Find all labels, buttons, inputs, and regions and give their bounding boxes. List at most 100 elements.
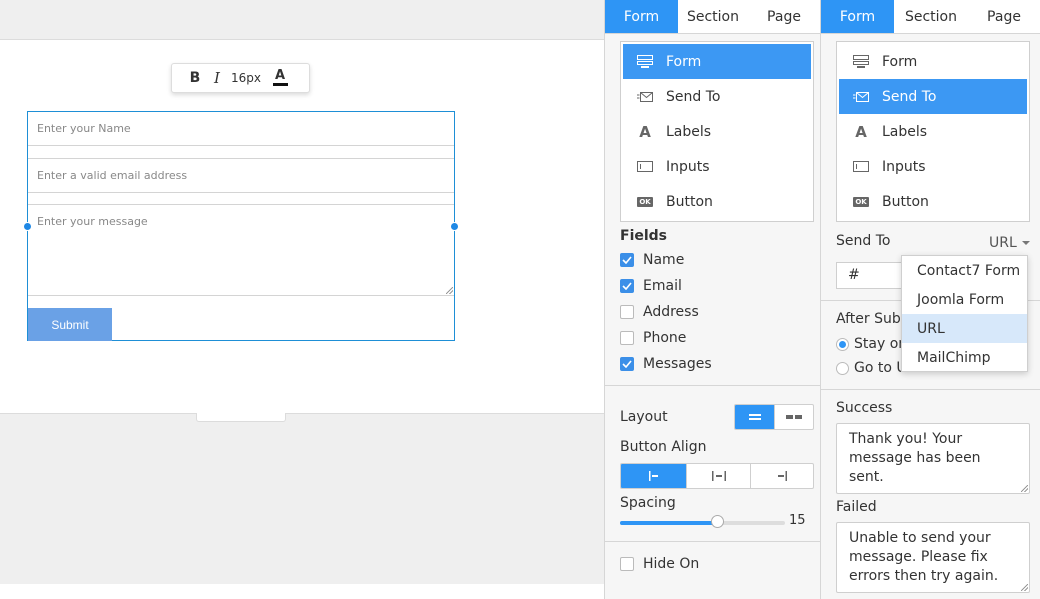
spacing-slider-fill bbox=[620, 521, 717, 525]
italic-button[interactable]: I bbox=[210, 64, 224, 92]
layout-inline-button[interactable] bbox=[774, 405, 813, 429]
field-toggle-label: Email bbox=[643, 278, 682, 294]
menu-item-label: Inputs bbox=[666, 158, 710, 175]
spacing-slider[interactable] bbox=[620, 515, 785, 528]
radio-unselected-icon[interactable] bbox=[836, 361, 849, 375]
checkbox-checked-icon[interactable] bbox=[620, 253, 634, 267]
font-size-button[interactable]: 16px bbox=[224, 64, 268, 92]
panel-tabs: Form Section Page bbox=[821, 0, 1040, 34]
dropdown-option-mailchimp[interactable]: MailChimp bbox=[902, 343, 1027, 372]
failed-message-text: Unable to send your message. Please fix … bbox=[849, 530, 999, 584]
text-color-button[interactable]: A bbox=[268, 64, 292, 92]
send-to-select[interactable]: URL bbox=[989, 235, 1030, 251]
failed-message-input[interactable]: Unable to send your message. Please fix … bbox=[836, 522, 1030, 593]
canvas-bottom-band bbox=[0, 413, 604, 584]
menu-item-inputs[interactable]: Inputs bbox=[839, 149, 1027, 184]
menu-item-labels[interactable]: A Labels bbox=[839, 114, 1027, 149]
tab-page[interactable]: Page bbox=[968, 0, 1040, 33]
text-color-icon: A bbox=[274, 68, 286, 83]
field-toggle-address[interactable]: Address bbox=[620, 302, 699, 322]
field-toggle-label: Phone bbox=[643, 330, 687, 346]
button-ok-icon: OK bbox=[637, 196, 653, 207]
menu-item-label: Form bbox=[666, 53, 702, 70]
menu-item-inputs[interactable]: Inputs bbox=[623, 149, 811, 184]
fields-heading: Fields bbox=[620, 228, 668, 244]
field-toggle-phone[interactable]: Phone bbox=[620, 328, 686, 348]
tab-section[interactable]: Section bbox=[894, 0, 968, 33]
checkbox-unchecked-icon[interactable] bbox=[620, 331, 634, 345]
tab-section[interactable]: Section bbox=[678, 0, 748, 33]
message-field[interactable]: Enter your message bbox=[28, 204, 454, 296]
divider bbox=[821, 389, 1040, 390]
failed-label: Failed bbox=[836, 499, 877, 515]
field-toggle-label: Messages bbox=[643, 356, 712, 372]
checkbox-unchecked-icon[interactable] bbox=[620, 305, 634, 319]
checkbox-unchecked-icon[interactable] bbox=[620, 557, 634, 571]
dropdown-option-url[interactable]: URL bbox=[902, 314, 1027, 343]
send-to-selected-value: URL bbox=[989, 235, 1017, 251]
field-toggle-messages[interactable]: Messages bbox=[620, 354, 712, 374]
field-toggle-email[interactable]: Email bbox=[620, 276, 682, 296]
divider bbox=[605, 541, 820, 542]
resize-grip-icon[interactable] bbox=[1021, 584, 1028, 591]
inputs-icon bbox=[853, 160, 869, 174]
radio-stay-on-page[interactable]: Stay on bbox=[836, 334, 907, 354]
button-align-toggle bbox=[620, 463, 814, 489]
radio-selected-icon[interactable] bbox=[836, 337, 849, 351]
menu-item-form[interactable]: Form bbox=[623, 44, 811, 79]
spacing-label: Spacing bbox=[620, 495, 676, 511]
spacing-slider-knob[interactable] bbox=[711, 515, 724, 528]
menu-item-send-to[interactable]: Send To bbox=[623, 79, 811, 114]
inputs-icon bbox=[637, 160, 653, 174]
menu-item-button[interactable]: OK Button bbox=[839, 184, 1027, 219]
email-field[interactable]: Enter a valid email address bbox=[28, 158, 454, 193]
name-field[interactable]: Enter your Name bbox=[28, 112, 454, 146]
menu-item-label: Button bbox=[882, 193, 929, 210]
settings-menu: Form Send To A Labels Inputs OK Button bbox=[620, 41, 814, 222]
layout-stacked-button[interactable] bbox=[735, 405, 775, 429]
left-resize-handle[interactable] bbox=[23, 222, 32, 231]
divider bbox=[605, 385, 820, 386]
menu-item-labels[interactable]: A Labels bbox=[623, 114, 811, 149]
field-toggle-label: Address bbox=[643, 304, 699, 320]
send-to-label: Send To bbox=[836, 233, 891, 249]
bold-button[interactable]: B bbox=[172, 64, 210, 92]
field-toggle-name[interactable]: Name bbox=[620, 250, 684, 270]
dropdown-option-contact7[interactable]: Contact7 Form bbox=[902, 256, 1027, 285]
contact-form-block[interactable]: Enter your Name Enter a valid email addr… bbox=[27, 111, 455, 341]
tab-form[interactable]: Form bbox=[821, 0, 894, 33]
submit-button[interactable]: Submit bbox=[28, 308, 112, 341]
align-left-icon[interactable] bbox=[621, 464, 686, 488]
editor-canvas: B I 16px A Enter your Name Enter a valid… bbox=[0, 0, 604, 599]
hide-on-label: Hide On bbox=[643, 556, 700, 572]
layout-label: Layout bbox=[620, 409, 668, 425]
settings-menu: Form Send To A Labels Inputs OK Button bbox=[836, 41, 1030, 222]
menu-item-label: Button bbox=[666, 193, 713, 210]
success-label: Success bbox=[836, 400, 893, 416]
right-resize-handle[interactable] bbox=[450, 222, 459, 231]
resize-grip-icon[interactable] bbox=[446, 287, 453, 294]
tab-form[interactable]: Form bbox=[605, 0, 678, 33]
menu-item-button[interactable]: OK Button bbox=[623, 184, 811, 219]
button-align-label: Button Align bbox=[620, 439, 707, 455]
checkbox-checked-icon[interactable] bbox=[620, 357, 634, 371]
menu-item-label: Labels bbox=[666, 123, 712, 140]
checkbox-checked-icon[interactable] bbox=[620, 279, 634, 293]
button-ok-icon: OK bbox=[853, 196, 869, 207]
tab-page[interactable]: Page bbox=[748, 0, 820, 33]
align-right-icon[interactable] bbox=[750, 464, 813, 488]
dropdown-option-joomla[interactable]: Joomla Form bbox=[902, 285, 1027, 314]
menu-item-form[interactable]: Form bbox=[839, 44, 1027, 79]
send-to-icon bbox=[637, 90, 653, 104]
align-center-icon[interactable] bbox=[686, 464, 750, 488]
menu-item-label: Send To bbox=[666, 88, 721, 105]
hide-on-toggle[interactable]: Hide On bbox=[620, 554, 699, 574]
success-message-input[interactable]: Thank you! Your message has been sent. bbox=[836, 423, 1030, 494]
section-handle[interactable] bbox=[196, 413, 286, 422]
menu-item-send-to[interactable]: Send To bbox=[839, 79, 1027, 114]
form-icon bbox=[853, 55, 869, 69]
resize-grip-icon[interactable] bbox=[1021, 485, 1028, 492]
field-toggle-label: Name bbox=[643, 252, 685, 268]
form-icon bbox=[637, 55, 653, 69]
spacing-value: 15 bbox=[789, 513, 806, 528]
